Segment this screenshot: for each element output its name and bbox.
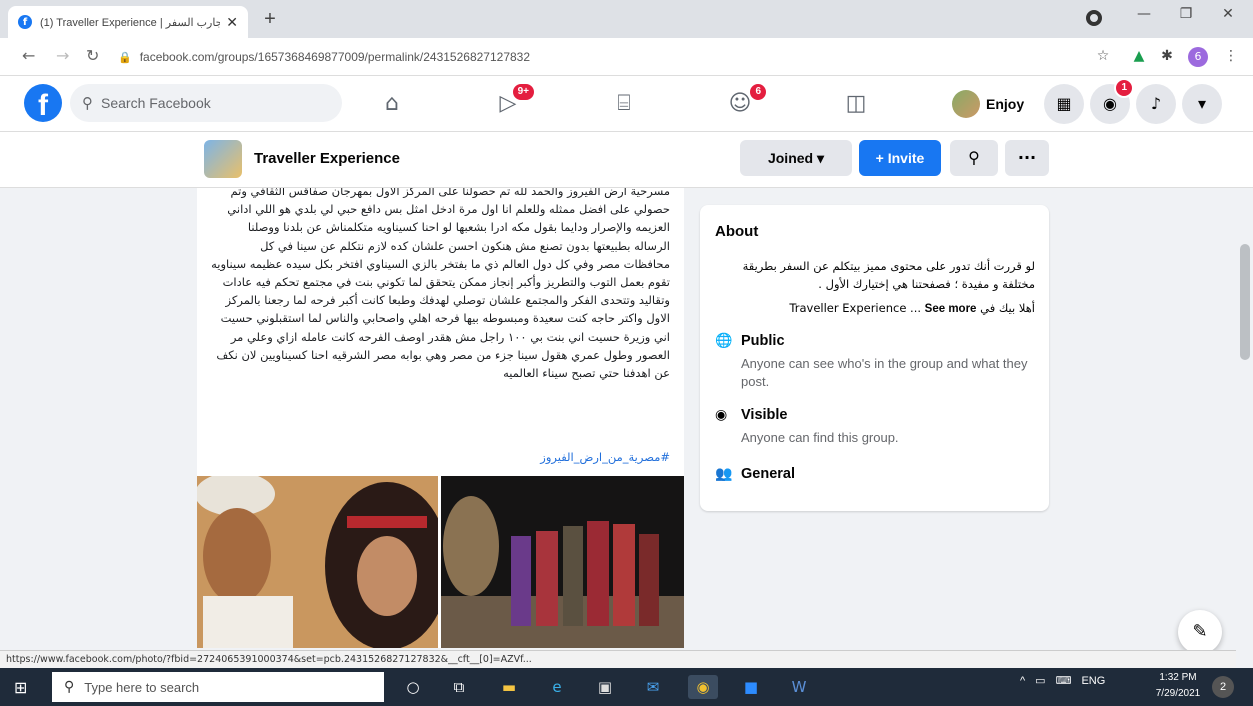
post-hashtag-link[interactable]: #مصرية_من_ارض_الفيروز bbox=[197, 450, 684, 464]
watch-icon[interactable]: ▷ 9+ bbox=[488, 82, 536, 122]
post-card: مسرحية ارض الفيروز والحمد لله تم حصولنا … bbox=[197, 188, 684, 648]
address-bar-row: ← → ↻ 🔒 facebook.com/groups/165736846987… bbox=[0, 38, 1253, 76]
about-description: لو قررت أنك تدور على محتوى مميز بيتكلم ع… bbox=[742, 259, 1035, 291]
browser-tab-strip: f (1) Traveller Experience | تجارب السفر… bbox=[0, 0, 1253, 38]
drive-extension-icon[interactable]: ▲ bbox=[1130, 48, 1148, 66]
facebook-favicon-icon: f bbox=[18, 15, 32, 29]
globe-icon: 🌐 bbox=[715, 333, 733, 349]
minimize-button[interactable]: — bbox=[1124, 6, 1164, 30]
about-title: About bbox=[715, 223, 759, 240]
tab-title: (1) Traveller Experience | تجارب السفر bbox=[40, 16, 221, 29]
clock-time: 1:32 PM bbox=[1159, 672, 1197, 683]
search-icon: ⚲ bbox=[64, 679, 75, 695]
language-indicator[interactable]: ENG bbox=[1081, 675, 1105, 687]
tab-close-icon[interactable]: ✕ bbox=[226, 14, 238, 31]
extensions-puzzle-icon[interactable]: ✱ bbox=[1158, 48, 1176, 66]
group-search-icon[interactable]: ⚲ bbox=[950, 140, 998, 176]
invite-button[interactable]: + Invite bbox=[859, 140, 941, 176]
group-header-bar: Traveller Experience Joined ▾ + Invite ⚲… bbox=[0, 132, 1253, 188]
group-photo-illustration bbox=[441, 476, 684, 648]
file-explorer-icon[interactable]: ▬ bbox=[494, 675, 524, 699]
mail-icon[interactable]: ✉ bbox=[638, 675, 668, 699]
browser-tab[interactable]: f (1) Traveller Experience | تجارب السفر… bbox=[8, 6, 248, 38]
action-center-notification-icon[interactable]: 2 bbox=[1212, 676, 1234, 698]
reload-icon[interactable]: ↻ bbox=[86, 46, 99, 65]
tray-chevron-up-icon[interactable]: ^ bbox=[1020, 675, 1025, 687]
public-title: Public bbox=[741, 333, 785, 349]
about-card: About لو قررت أنك تدور على محتوى مميز بي… bbox=[700, 205, 1049, 511]
eye-icon: ◉ bbox=[715, 407, 728, 423]
account-chevron-down-icon[interactable]: ▾ bbox=[1182, 84, 1222, 124]
portrait-photo-illustration bbox=[197, 476, 438, 648]
post-text: مسرحية ارض الفيروز والحمد لله تم حصولنا … bbox=[211, 188, 670, 381]
post-photo-portrait[interactable] bbox=[197, 476, 438, 648]
page-scrollbar-thumb[interactable] bbox=[1240, 244, 1250, 360]
people-icon: 👥 bbox=[715, 466, 733, 482]
chrome-menu-icon[interactable]: ⋮ bbox=[1222, 48, 1240, 66]
cortana-icon[interactable]: ○ bbox=[398, 675, 428, 699]
general-title: General bbox=[741, 466, 795, 482]
network-icon[interactable]: ▭ bbox=[1035, 674, 1045, 687]
windows-start-icon[interactable]: ⊞ bbox=[14, 678, 32, 697]
taskbar-clock[interactable]: 1:32 PM 7/29/2021 bbox=[1152, 670, 1204, 702]
about-group-name: Traveller Experience ... bbox=[789, 301, 925, 315]
marketplace-icon[interactable]: ⌸ bbox=[604, 86, 644, 122]
messenger-badge: 1 bbox=[1114, 78, 1134, 98]
search-placeholder: Search Facebook bbox=[101, 95, 211, 111]
gaming-icon[interactable]: ◫ bbox=[836, 86, 876, 122]
facebook-logo-icon[interactable]: f bbox=[24, 84, 62, 122]
profile-name: Enjoy bbox=[986, 96, 1025, 112]
system-tray: ^ ▭ ⌨ ENG bbox=[1020, 674, 1105, 688]
forward-arrow-icon[interactable]: → bbox=[56, 46, 69, 65]
windows-taskbar: ⊞ ⚲ Type here to search ○ ⧉ ▬ e ▣ ✉ ◉ ■ … bbox=[0, 668, 1253, 706]
see-more-link[interactable]: See more bbox=[925, 303, 977, 315]
about-welcome-line: أهلا بيك في Traveller Experience ... See… bbox=[715, 301, 1035, 315]
group-more-button[interactable]: ··· bbox=[1005, 140, 1049, 176]
avatar bbox=[952, 90, 980, 118]
joined-button[interactable]: Joined ▾ bbox=[740, 140, 852, 176]
store-icon[interactable]: ▣ bbox=[590, 675, 620, 699]
group-name[interactable]: Traveller Experience bbox=[254, 150, 400, 167]
url-text: facebook.com/groups/1657368469877009/per… bbox=[139, 50, 531, 64]
visible-title: Visible bbox=[741, 407, 788, 423]
chrome-taskbar-icon[interactable]: ◉ bbox=[688, 675, 718, 699]
group-thumbnail[interactable] bbox=[204, 140, 242, 178]
notifications-bell-icon[interactable]: ♪ bbox=[1136, 84, 1176, 124]
profile-shortcut[interactable]: Enjoy bbox=[952, 89, 1024, 119]
word-icon[interactable]: W bbox=[784, 675, 814, 699]
record-indicator-icon bbox=[1086, 10, 1102, 26]
taskbar-search-placeholder: Type here to search bbox=[84, 679, 200, 695]
url-field[interactable]: 🔒 facebook.com/groups/1657368469877009/p… bbox=[118, 45, 1078, 69]
task-view-icon[interactable]: ⧉ bbox=[444, 675, 474, 699]
edge-browser-icon[interactable]: e bbox=[542, 675, 572, 699]
lock-icon: 🔒 bbox=[118, 51, 132, 64]
search-icon: ⚲ bbox=[82, 94, 93, 112]
about-welcome-prefix: أهلا بيك في bbox=[976, 301, 1035, 315]
groups-badge: 6 bbox=[748, 82, 768, 102]
watch-badge: 9+ bbox=[510, 82, 536, 102]
bookmark-star-icon[interactable]: ☆ bbox=[1094, 48, 1112, 66]
keyboard-icon[interactable]: ⌨ bbox=[1056, 674, 1072, 687]
home-icon[interactable]: ⌂ bbox=[372, 86, 412, 122]
maximize-button[interactable]: ❐ bbox=[1166, 6, 1206, 30]
link-status-bar: https://www.facebook.com/photo/?fbid=272… bbox=[0, 650, 1236, 668]
new-tab-button[interactable]: + bbox=[258, 8, 282, 31]
groups-icon[interactable]: ☺ 6 bbox=[720, 82, 768, 122]
taskbar-search-input[interactable]: ⚲ Type here to search bbox=[52, 672, 384, 702]
menu-grid-icon[interactable]: ▦ bbox=[1044, 84, 1084, 124]
chrome-profile-avatar[interactable]: 6 bbox=[1188, 47, 1208, 67]
close-window-button[interactable]: ✕ bbox=[1208, 6, 1248, 30]
back-arrow-icon[interactable]: ← bbox=[22, 46, 35, 65]
facebook-header: f ⚲ Search Facebook ⌂ ▷ 9+ ⌸ ☺ 6 ◫ Enjoy ▦… bbox=[0, 76, 1253, 132]
zoom-icon[interactable]: ■ bbox=[736, 675, 766, 699]
facebook-search-input[interactable]: ⚲ Search Facebook bbox=[70, 84, 342, 122]
new-message-compose-icon[interactable]: ✎ bbox=[1178, 610, 1222, 654]
clock-date: 7/29/2021 bbox=[1155, 688, 1201, 699]
messenger-icon[interactable]: ◉ 1 bbox=[1090, 78, 1134, 124]
public-description: Anyone can see who's in the group and wh… bbox=[741, 356, 1028, 389]
post-photo-group[interactable] bbox=[441, 476, 684, 648]
visible-description: Anyone can find this group. bbox=[741, 430, 899, 445]
